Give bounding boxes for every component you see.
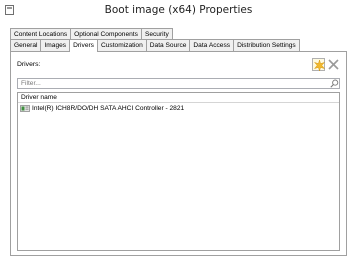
list-item[interactable]: Intel(R) ICH8R/DO/DH SATA AHCI Controlle…	[20, 104, 184, 113]
delete-driver-button[interactable]	[327, 58, 340, 71]
tab-images[interactable]: Images	[40, 39, 71, 51]
window-title: Boot image (x64) Properties	[104, 4, 253, 16]
tab-row-front: General Images Drivers Customization Dat…	[10, 39, 300, 52]
tab-distribution-settings[interactable]: Distribution Settings	[233, 39, 300, 51]
drivers-list[interactable]: Driver name Intel(R) ICH8R/DO/DH SATA AH…	[17, 92, 340, 251]
driver-icon	[20, 105, 30, 112]
search-icon[interactable]	[330, 79, 339, 88]
tab-data-source[interactable]: Data Source	[145, 39, 191, 51]
title-bar: Boot image (x64) Properties	[0, 0, 357, 22]
driver-name: Intel(R) ICH8R/DO/DH SATA AHCI Controlle…	[32, 105, 185, 112]
tab-data-access[interactable]: Data Access	[189, 39, 235, 51]
filter-input[interactable]: Filter...	[17, 78, 340, 89]
column-header-driver-name[interactable]: Driver name	[18, 93, 339, 103]
drivers-label: Drivers:	[17, 61, 41, 68]
tab-customization[interactable]: Customization	[96, 39, 147, 51]
add-driver-button[interactable]	[312, 58, 325, 71]
drivers-tab-panel: Drivers: Filter... Driver name Intel(R) …	[10, 51, 347, 256]
starburst-icon	[314, 60, 325, 71]
tab-general[interactable]: General	[10, 39, 42, 51]
delete-x-icon	[328, 59, 339, 70]
tab-drivers[interactable]: Drivers	[69, 39, 98, 52]
